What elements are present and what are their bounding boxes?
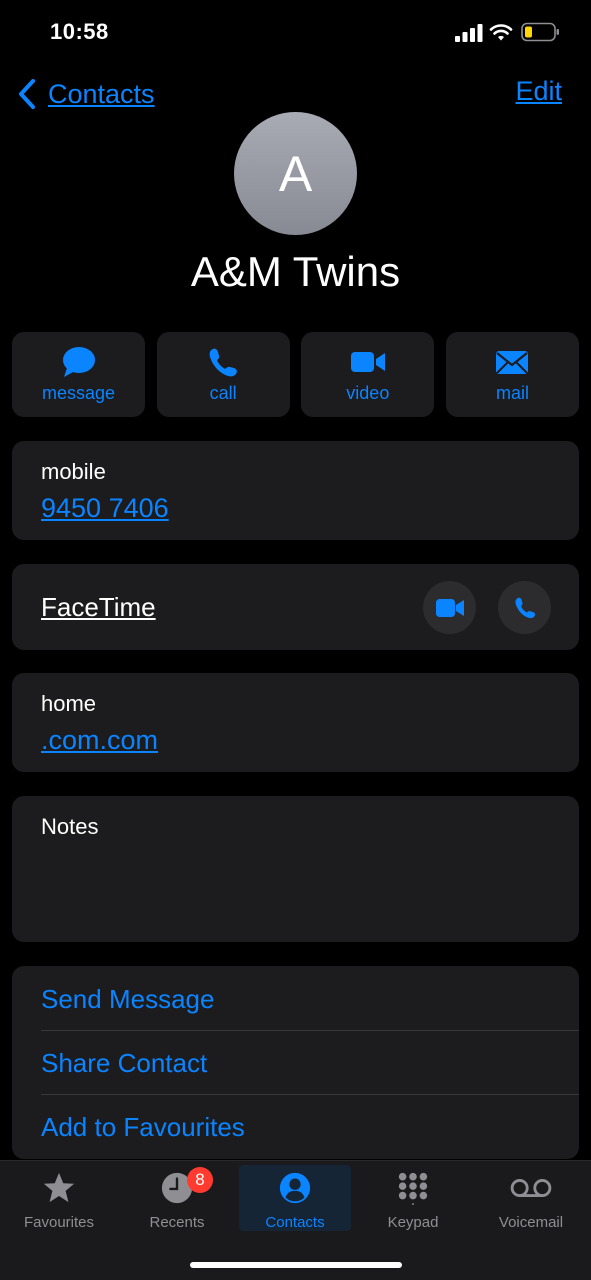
facetime-video-button[interactable] [423,581,476,634]
edit-button[interactable]: Edit [515,76,562,107]
notes-card[interactable]: Notes [12,796,579,942]
message-icon [62,347,95,377]
phone-card: mobile 9450 7406 [12,441,579,540]
mail-button-label: mail [495,383,529,403]
quick-actions: message call video mail [12,332,579,417]
phone-icon [209,348,238,377]
email-card: home .com.com [12,673,579,772]
back-button[interactable]: Contacts [16,76,155,112]
phone-icon [514,597,535,618]
avatar-initial: A [278,145,313,202]
add-to-favourites-link[interactable]: Add to Favourites [41,1112,245,1143]
cellular-signal-icon [455,24,483,42]
voicemail-icon [510,1179,552,1197]
call-button[interactable]: call [156,332,290,417]
facetime-label[interactable]: FaceTime [41,592,156,623]
send-message-link[interactable]: Send Message [41,984,214,1015]
keypad-icon [398,1172,428,1205]
battery-icon [521,22,559,42]
video-icon [435,598,464,617]
email-label: home [41,691,97,716]
recents-badge: 8 [187,1167,213,1193]
share-contact-link[interactable]: Share Contact [41,1048,207,1079]
tab-keypad[interactable]: Keypad [357,1165,469,1231]
status-bar: 10:58 [0,0,591,62]
phone-number-link[interactable]: 9450 7406 [41,493,169,524]
video-icon [350,352,385,372]
list-divider [41,1030,579,1031]
call-button-label: call [209,383,237,403]
mail-icon [496,351,529,374]
mail-button[interactable]: mail [445,332,579,417]
back-button-label: Contacts [48,78,155,109]
avatar: A [234,112,357,235]
video-button[interactable]: video [301,332,435,417]
list-divider [41,1094,579,1095]
phone-label: mobile [41,459,106,484]
tab-contacts[interactable]: Contacts [239,1165,351,1231]
tab-contacts-label: Contacts [265,1214,325,1231]
status-time: 10:58 [50,19,109,44]
email-link[interactable]: .com.com [41,725,158,756]
tab-recents-label: Recents [149,1214,205,1231]
tab-keypad-label: Keypad [387,1214,439,1231]
wifi-icon [489,24,513,41]
chevron-left-icon [19,79,35,109]
tab-voicemail[interactable]: Voicemail [475,1165,587,1231]
person-icon [279,1172,311,1204]
tab-favourites[interactable]: Favourites [3,1165,115,1231]
tab-recents[interactable]: 8 Recents [121,1165,233,1231]
actions-list-card: Send Message Share Contact Add to Favour… [12,966,579,1159]
message-button[interactable]: message [12,332,145,417]
notes-label: Notes [41,814,99,839]
home-indicator[interactable] [190,1262,402,1268]
video-button-label: video [346,383,390,403]
tab-voicemail-label: Voicemail [498,1214,564,1231]
facetime-card: FaceTime [12,564,579,650]
message-button-label: message [41,383,116,403]
contact-name: A&M Twins [190,248,401,295]
facetime-audio-button[interactable] [498,581,551,634]
tab-favourites-label: Favourites [23,1214,95,1231]
star-icon [43,1172,75,1203]
